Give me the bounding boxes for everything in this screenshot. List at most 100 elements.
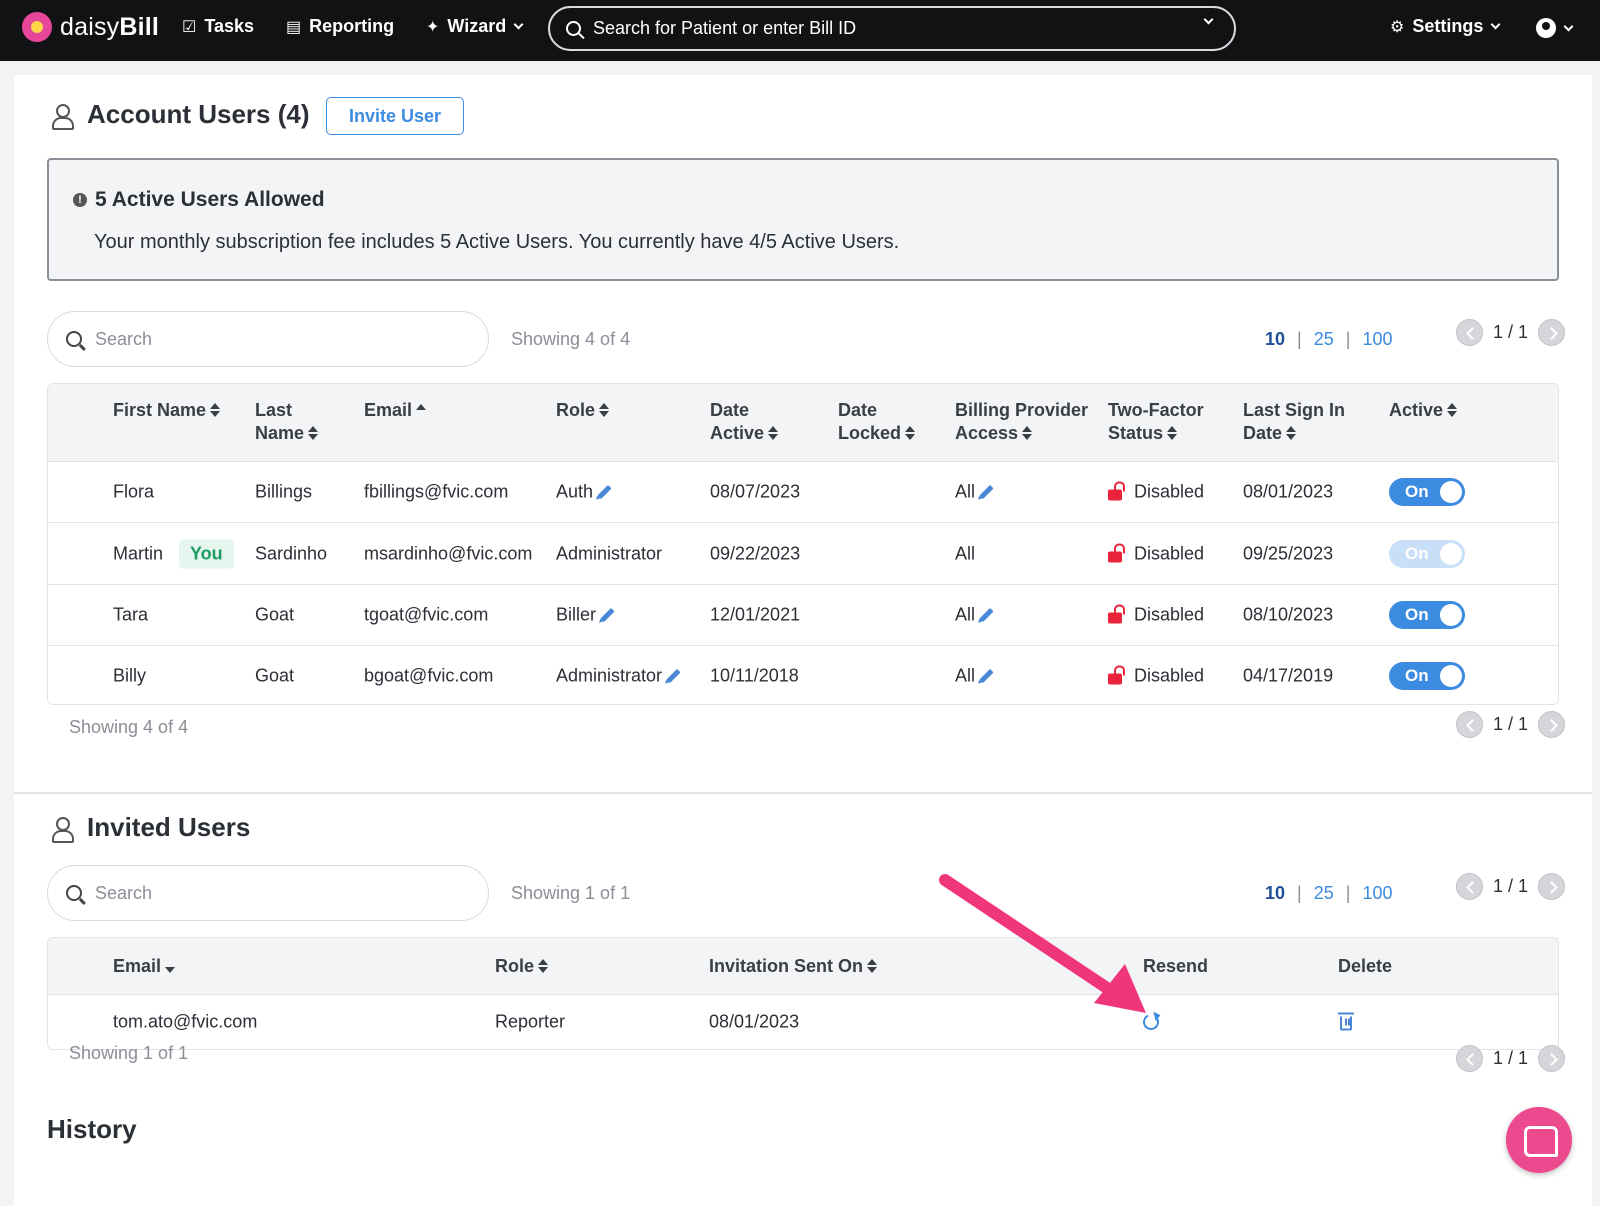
page-indicator: 1 / 1 — [1493, 1048, 1529, 1068]
invite-user-button[interactable]: Invite User — [326, 97, 464, 135]
cell-last-sign-in: 08/01/2023 — [1243, 481, 1334, 502]
edit-billing-access-pencil-icon[interactable] — [979, 607, 994, 623]
nav-reporting[interactable]: ▤ Reporting — [286, 16, 394, 37]
patient-search-placeholder: Search for Patient or enter Bill ID — [593, 18, 857, 38]
pagination-bottom: 1 / 1 — [1456, 711, 1566, 738]
cell-last-sign-in: 04/17/2019 — [1243, 665, 1334, 686]
table-row: Flora Billings fbillings@fvic.com Auth 0… — [48, 462, 1558, 523]
col-email[interactable]: Email — [364, 399, 427, 422]
active-toggle[interactable]: On — [1389, 662, 1465, 690]
delete-trash-icon[interactable] — [1338, 1012, 1354, 1031]
cell-email: bgoat@fvic.com — [364, 665, 494, 686]
edit-billing-access-pencil-icon[interactable] — [979, 668, 994, 684]
page-size-option[interactable]: 100 — [1362, 883, 1392, 904]
cell-role: Biller — [556, 605, 615, 626]
sort-icon — [1286, 426, 1297, 440]
col-last-name[interactable]: Last Name — [255, 399, 319, 445]
previous-page-button[interactable] — [1456, 319, 1483, 346]
page-indicator: 1 / 1 — [1493, 876, 1529, 896]
edit-role-pencil-icon[interactable] — [600, 607, 615, 623]
next-page-button[interactable] — [1538, 319, 1566, 346]
col-active[interactable]: Active — [1389, 399, 1458, 422]
sort-icon — [1167, 426, 1178, 440]
page-indicator: 1 / 1 — [1493, 714, 1529, 734]
col-last-sign-in-date[interactable]: Last Sign In Date — [1243, 399, 1345, 445]
cell-invitation-sent-on: 08/01/2023 — [709, 1011, 800, 1032]
chat-support-icon[interactable] — [1506, 1107, 1572, 1173]
col-first-name[interactable]: First Name — [113, 399, 221, 422]
nav-tasks[interactable]: ☑ Tasks — [182, 16, 254, 37]
col-billing-provider-access[interactable]: Billing Provider Access — [955, 399, 1088, 445]
pagination: 1 / 1 — [1456, 319, 1566, 346]
pagination-bottom: 1 / 1 — [1456, 1045, 1566, 1072]
next-page-button[interactable] — [1538, 1045, 1566, 1072]
next-page-button[interactable] — [1538, 873, 1566, 900]
resend-refresh-icon[interactable] — [1140, 1011, 1162, 1033]
edit-billing-access-pencil-icon[interactable] — [979, 484, 994, 500]
user-menu[interactable] — [1536, 18, 1574, 38]
page-size-selector: 10 | 25 | 100 — [1265, 329, 1393, 350]
showing-count-bottom: Showing 4 of 4 — [69, 717, 189, 737]
cell-role: Auth — [556, 482, 612, 503]
col-email[interactable]: Email — [113, 955, 176, 978]
sort-icon — [768, 426, 779, 440]
notice-title: 5 Active Users Allowed — [95, 188, 325, 211]
cell-email: fbillings@fvic.com — [364, 481, 509, 502]
user-icon — [51, 103, 74, 130]
cell-first-name: Flora — [113, 481, 155, 502]
cell-last-sign-in: 08/10/2023 — [1243, 604, 1334, 625]
search-dropdown-chevron-icon[interactable] — [1203, 14, 1214, 25]
col-two-factor-status[interactable]: Two-Factor Status — [1108, 399, 1204, 445]
active-toggle[interactable]: On — [1389, 601, 1465, 629]
page-size-option[interactable]: 25 — [1314, 329, 1334, 350]
cell-date-active: 09/22/2023 — [710, 543, 801, 563]
search-placeholder: Search — [95, 882, 153, 903]
user-avatar-icon — [1536, 18, 1556, 38]
sort-icon — [210, 403, 221, 417]
col-resend: Resend — [1143, 956, 1209, 976]
cell-email: msardinho@fvic.com — [364, 543, 533, 563]
clipboard-check-icon: ☑ — [182, 18, 197, 36]
invited-users-search-input[interactable]: Search — [47, 865, 489, 921]
page-size-option[interactable]: 10 — [1265, 883, 1285, 904]
col-invitation-sent-on[interactable]: Invitation Sent On — [709, 955, 878, 978]
edit-role-pencil-icon[interactable] — [597, 484, 612, 500]
account-users-search-input[interactable]: Search — [47, 311, 489, 367]
nav-wizard-label: Wizard — [447, 16, 507, 36]
sort-icon — [599, 403, 610, 417]
previous-page-button[interactable] — [1456, 873, 1483, 900]
next-page-button[interactable] — [1538, 711, 1566, 738]
nav-settings[interactable]: ⚙ Settings — [1390, 16, 1501, 37]
showing-count-bottom: Showing 1 of 1 — [69, 1043, 189, 1063]
edit-role-pencil-icon[interactable] — [666, 668, 681, 684]
col-role[interactable]: Role — [556, 399, 610, 422]
invited-users-table: Email Role Invitation Sent On Resend Del… — [47, 937, 1559, 1050]
table-header: First Name Last Name Email Role Date Activ… — [48, 384, 1558, 462]
main-content: Account Users (4) Invite User ! 5 Active… — [14, 75, 1592, 1206]
sort-icon — [1022, 426, 1033, 440]
page-size-option[interactable]: 25 — [1314, 883, 1334, 904]
daisybill-logo[interactable]: daisyBill — [22, 12, 159, 42]
cell-date-active: 12/01/2021 — [710, 604, 801, 625]
unlocked-lock-icon — [1108, 543, 1125, 562]
previous-page-button[interactable] — [1456, 711, 1483, 738]
col-date-locked[interactable]: Date Locked — [838, 399, 916, 445]
pagination: 1 / 1 — [1456, 873, 1566, 900]
page-size-option[interactable]: 100 — [1362, 329, 1392, 350]
cell-first-name: Martin You — [113, 539, 234, 568]
patient-search-input[interactable]: Search for Patient or enter Bill ID — [548, 6, 1236, 51]
logo-text-bold: Bill — [119, 12, 160, 41]
sort-icon — [905, 426, 916, 440]
col-role[interactable]: Role — [495, 955, 549, 978]
nav-wizard[interactable]: ✦ Wizard — [426, 16, 524, 37]
page-size-option[interactable]: 10 — [1265, 329, 1285, 350]
cell-billing-access: All — [955, 543, 976, 563]
col-date-active[interactable]: Date Active — [710, 399, 779, 445]
previous-page-button[interactable] — [1456, 1045, 1483, 1072]
active-users-notice: ! 5 Active Users Allowed Your monthly su… — [47, 158, 1559, 281]
cell-last-name: Goat — [255, 604, 295, 625]
cell-first-name: Billy — [113, 665, 147, 686]
active-toggle[interactable]: On — [1389, 478, 1465, 506]
invited-users-title: Invited Users — [87, 812, 251, 842]
section-divider — [14, 792, 1592, 794]
